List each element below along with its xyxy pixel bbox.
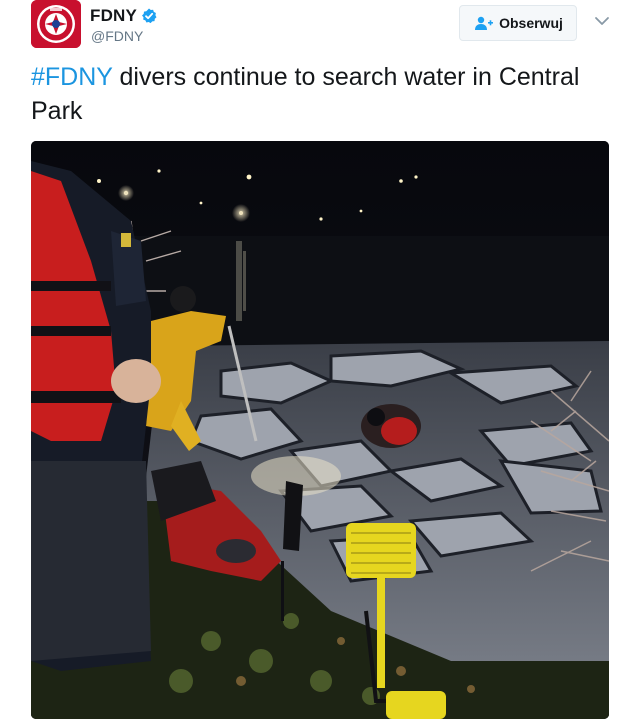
follow-button[interactable]: Obserwuj bbox=[459, 5, 577, 41]
name-row: FDNY bbox=[90, 6, 157, 26]
add-user-icon bbox=[473, 16, 494, 30]
hashtag-link[interactable]: #FDNY bbox=[31, 63, 113, 91]
verified-badge-icon bbox=[141, 8, 157, 24]
fdny-logo-icon bbox=[31, 0, 81, 48]
tweet-photo[interactable] bbox=[31, 141, 609, 719]
handle[interactable]: @FDNY bbox=[91, 28, 143, 44]
avatar[interactable] bbox=[31, 0, 81, 48]
tweet-card: FDNY @FDNY Obserwuj #FDNY divers continu… bbox=[0, 0, 623, 726]
display-name[interactable]: FDNY bbox=[90, 6, 137, 26]
follow-label: Obserwuj bbox=[499, 15, 563, 31]
tweet-text: #FDNY divers continue to search water in… bbox=[31, 60, 606, 128]
tweet-body: divers continue to search water in Centr… bbox=[31, 63, 580, 125]
night-rescue-scene bbox=[31, 141, 609, 719]
chevron-down-icon[interactable] bbox=[593, 14, 611, 28]
